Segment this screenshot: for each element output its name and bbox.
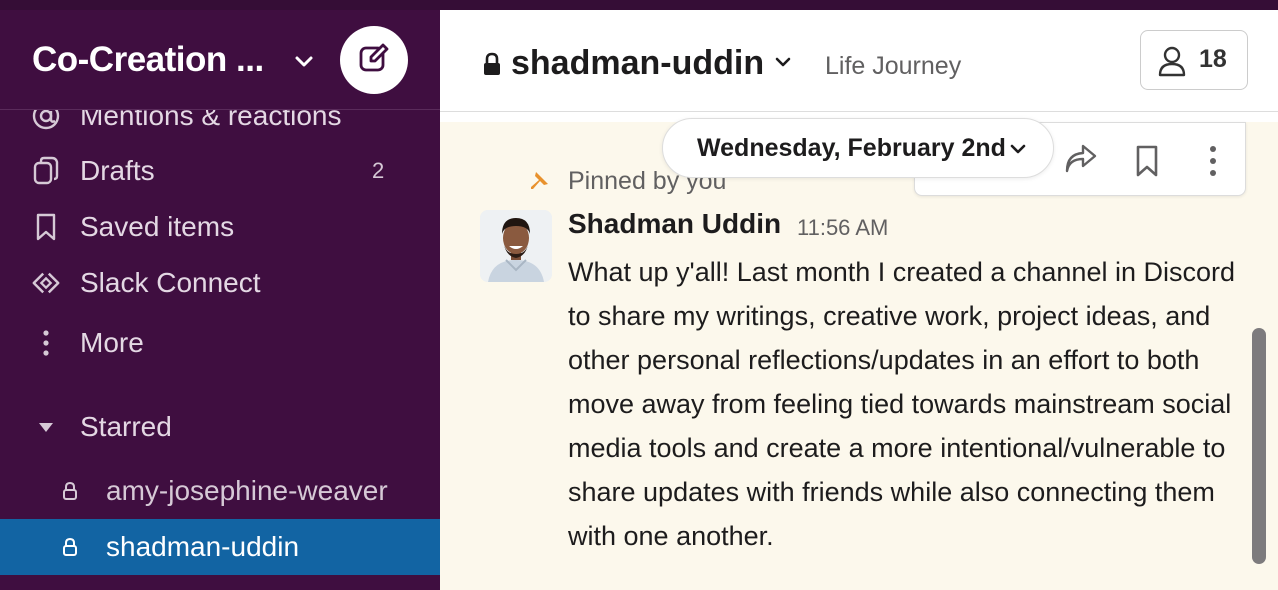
compose-icon [357,41,391,80]
person-icon [1157,45,1187,77]
workspace-header[interactable]: Co-Creation ... [0,10,440,110]
lock-icon [60,480,80,502]
bookmark-icon[interactable] [1129,143,1165,179]
scrollbar-thumb[interactable] [1252,328,1266,564]
members-button[interactable]: 18 [1140,30,1248,90]
sidebar-item-label: Saved items [80,211,235,242]
sidebar-top-bar [0,0,440,10]
chevron-down-icon[interactable] [292,52,316,72]
more-actions-icon[interactable] [1195,143,1231,179]
drafts-icon [30,155,62,187]
lock-icon [482,52,502,76]
date-label: Wednesday, February 2nd [697,134,1006,162]
top-bar [440,0,1278,10]
channel-name-button[interactable]: shadman-uddin [511,44,764,83]
sidebar-item-saved[interactable]: Saved items [0,199,440,255]
channel-topic[interactable]: Life Journey [825,52,961,81]
sidebar: Mentions & reactions Co-Creation ... Dra… [0,0,440,590]
sidebar-item-label: More [80,327,144,358]
bookmark-icon [30,211,62,243]
members-count: 18 [1199,45,1227,73]
sidebar-item-label: Slack Connect [80,267,261,298]
date-divider-button[interactable]: Wednesday, February 2nd [662,118,1054,178]
more-vertical-icon [30,327,62,359]
message-timestamp[interactable]: 11:56 AM [797,215,888,241]
compose-button[interactable] [340,26,408,94]
sidebar-item-slack-connect[interactable]: Slack Connect [0,255,440,311]
sidebar-item-label: Drafts [80,155,155,186]
sidebar-item-more[interactable]: More [0,315,440,371]
pin-icon [528,170,550,192]
section-label: Starred [80,411,172,442]
caret-down-icon[interactable] [30,411,62,443]
message-author[interactable]: Shadman Uddin [568,208,781,240]
channel-label: shadman-uddin [106,531,300,562]
drafts-count-badge: 2 [372,158,385,183]
channel-item-shadman-uddin[interactable]: shadman-uddin [0,519,440,575]
scrollbar[interactable] [1252,328,1268,564]
channel-header: shadman-uddin Life Journey 18 [440,10,1278,112]
section-starred[interactable]: Starred [0,399,440,455]
message-text: What up y'all! Last month I created a ch… [568,257,1235,551]
main-pane: shadman-uddin Life Journey 18 Pinned by … [440,0,1278,590]
sidebar-item-drafts[interactable]: Drafts 2 [0,143,440,199]
workspace-name[interactable]: Co-Creation ... [32,40,264,80]
chevron-down-icon [1009,141,1027,157]
slack-connect-icon [30,267,62,299]
avatar[interactable] [480,210,552,282]
channel-label: amy-josephine-weaver [106,475,388,506]
message-pinned[interactable]: Pinned by you Shadman Uddin 11:56 AM Wha… [440,122,1278,590]
lock-icon [60,536,80,558]
channel-item-amy-josephine-weaver[interactable]: amy-josephine-weaver [0,463,440,519]
chevron-down-icon[interactable] [773,54,793,70]
share-icon[interactable] [1063,143,1099,179]
